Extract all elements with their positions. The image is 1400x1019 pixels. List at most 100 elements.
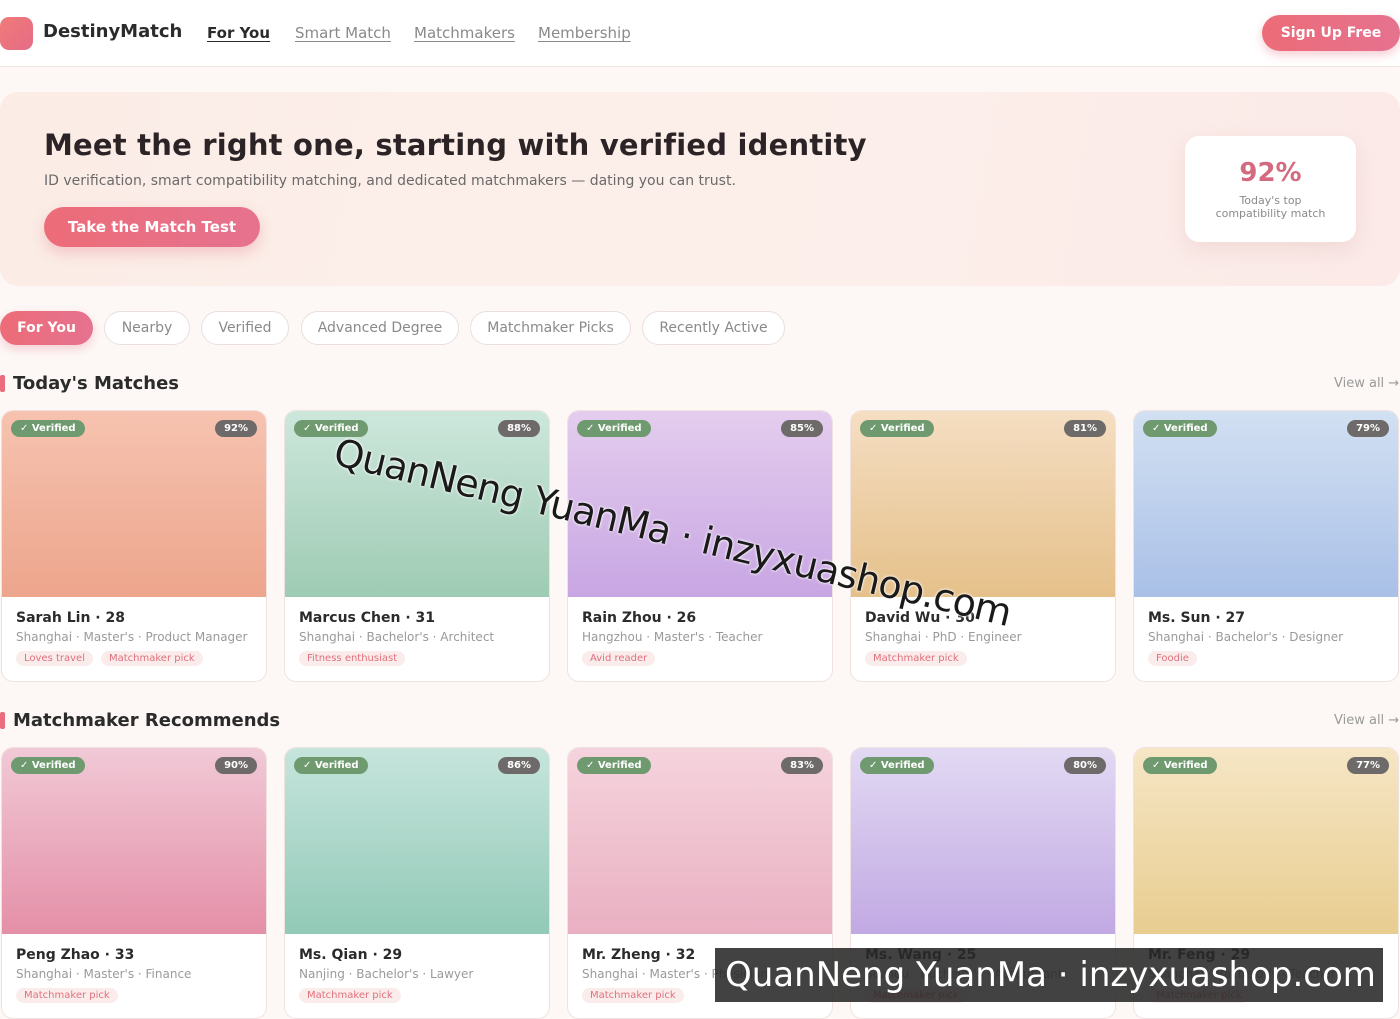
profile-tags: Loves travel Matchmaker pick (16, 651, 203, 666)
profile-meta: Shanghai · Master's · Physician (582, 967, 768, 981)
sign-up-button[interactable]: Sign Up Free (1262, 15, 1400, 51)
profile-photo[interactable] (1134, 748, 1398, 934)
profile-tag: Loves travel (16, 651, 93, 666)
profile-tag: Matchmaker pick (299, 988, 401, 1003)
profile-card[interactable]: ✓ Verified 77% Mr. Feng · 29 Shanghai · Bac… (1133, 747, 1399, 1019)
top-nav: DestinyMatch For You Smart Match Matchma… (0, 0, 1400, 67)
profile-tags: Matchmaker pick (299, 988, 401, 1003)
profile-card[interactable]: ✓ Verified 80% Ms. Wang · 25 Suzhou · Bache… (850, 747, 1116, 1019)
profile-tags: Fitness enthusiast (299, 651, 406, 666)
profile-meta: Nanjing · Bachelor's · Lawyer (299, 967, 474, 981)
verified-badge: ✓ Verified (11, 420, 85, 437)
nav-link-membership[interactable]: Membership (538, 24, 631, 42)
verified-badge: ✓ Verified (577, 420, 651, 437)
logo-icon[interactable] (0, 17, 33, 50)
profile-photo[interactable] (2, 411, 266, 597)
compatibility-score-badge: 81% (1064, 420, 1106, 437)
profile-tags: Matchmaker pick (582, 988, 684, 1003)
profile-name[interactable]: Ms. Sun · 27 (1148, 610, 1245, 626)
profile-card[interactable]: ✓ Verified 83% Mr. Zheng · 32 Shanghai · Ma… (567, 747, 833, 1019)
profile-name[interactable]: David Wu · 30 (865, 610, 975, 626)
filter-chip-recently-active[interactable]: Recently Active (642, 311, 785, 345)
profile-tag: Foodie (1148, 651, 1197, 666)
profile-tag: Fitness enthusiast (299, 651, 406, 666)
profile-tags: Matchmaker pick (865, 988, 967, 1003)
profile-card[interactable]: ✓ Verified 79% Ms. Sun · 27 Shanghai · Bach… (1133, 410, 1399, 682)
profile-meta: Suzhou · Bachelor's · Accountant (865, 967, 1063, 981)
verified-badge: ✓ Verified (294, 757, 368, 774)
verified-badge: ✓ Verified (294, 420, 368, 437)
nav-link-smart-match[interactable]: Smart Match (295, 24, 391, 42)
filter-chip-verified[interactable]: Verified (201, 311, 289, 345)
profile-card[interactable]: ✓ Verified 85% Rain Zhou · 26 Hangzhou · Ma… (567, 410, 833, 682)
profile-tags: Matchmaker pick (1148, 988, 1250, 1003)
profile-name[interactable]: Mr. Feng · 29 (1148, 947, 1250, 963)
profile-card[interactable]: ✓ Verified 90% Peng Zhao · 33 Shanghai · Ma… (1, 747, 267, 1019)
profile-photo[interactable] (851, 748, 1115, 934)
profile-meta: Shanghai · Bachelor's · Designer (1148, 630, 1344, 644)
profile-card[interactable]: ✓ Verified 86% Ms. Qian · 29 Nanjing · Bach… (284, 747, 550, 1019)
view-all-link[interactable]: View all → (1334, 376, 1399, 391)
profile-meta: Shanghai · Bachelor's · Teacher (1148, 967, 1336, 981)
profile-photo[interactable] (568, 411, 832, 597)
profile-tag: Avid reader (582, 651, 656, 666)
filter-chip-matchmaker-picks[interactable]: Matchmaker Picks (470, 311, 631, 345)
section-title-todays-matches: Today's Matches (13, 373, 180, 394)
compatibility-score-badge: 79% (1347, 420, 1389, 437)
profile-card[interactable]: ✓ Verified 81% David Wu · 30 Shanghai · PhD… (850, 410, 1116, 682)
profile-meta: Hangzhou · Master's · Teacher (582, 630, 763, 644)
profile-name[interactable]: Rain Zhou · 26 (582, 610, 696, 626)
section-title-matchmaker-recommends: Matchmaker Recommends (13, 710, 281, 731)
profile-name[interactable]: Peng Zhao · 33 (16, 947, 134, 963)
filter-chip-advanced-degree[interactable]: Advanced Degree (301, 311, 459, 345)
verified-badge: ✓ Verified (1143, 420, 1217, 437)
profile-tag: Matchmaker pick (865, 988, 967, 1003)
profile-tag: Matchmaker pick (582, 988, 684, 1003)
compatibility-score-badge: 88% (498, 420, 540, 437)
profile-tag: Matchmaker pick (1148, 988, 1250, 1003)
profile-tag: Matchmaker pick (100, 651, 203, 666)
compatibility-score-badge: 77% (1347, 757, 1389, 774)
profile-photo[interactable] (1134, 411, 1398, 597)
profile-photo[interactable] (851, 411, 1115, 597)
compatibility-score-badge: 85% (781, 420, 823, 437)
match-test-button[interactable]: Take the Match Test (44, 207, 260, 247)
profile-name[interactable]: Mr. Zheng · 32 (582, 947, 695, 963)
profile-meta: Shanghai · Master's · Finance (16, 967, 192, 981)
profile-tags: Matchmaker pick (865, 651, 967, 666)
profile-tag: Matchmaker pick (16, 988, 118, 1003)
profile-card[interactable]: ✓ Verified 92% Sarah Lin · 28 Shanghai · Ma… (1, 410, 267, 682)
nav-link-matchmakers[interactable]: Matchmakers (414, 24, 515, 42)
brand-name[interactable]: DestinyMatch (43, 21, 182, 42)
profile-tag: Matchmaker pick (865, 651, 967, 666)
profile-photo[interactable] (568, 748, 832, 934)
profile-name[interactable]: Ms. Wang · 25 (865, 947, 976, 963)
profile-meta: Shanghai · PhD · Engineer (865, 630, 1022, 644)
profile-name[interactable]: Marcus Chen · 31 (299, 610, 435, 626)
compatibility-score-badge: 92% (215, 420, 257, 437)
nav-link-for-you[interactable]: For You (207, 24, 270, 42)
profile-tags: Foodie (1148, 651, 1197, 666)
profile-name[interactable]: Sarah Lin · 28 (16, 610, 125, 626)
section-accent (0, 712, 5, 729)
profile-meta: Shanghai · Bachelor's · Architect (299, 630, 495, 644)
section-accent (0, 375, 5, 392)
compatibility-score-badge: 86% (498, 757, 540, 774)
compatibility-score-badge: 80% (1064, 757, 1106, 774)
view-all-link[interactable]: View all → (1334, 713, 1399, 728)
stat-value: 92% (1239, 158, 1302, 188)
verified-badge: ✓ Verified (577, 757, 651, 774)
profile-photo[interactable] (285, 748, 549, 934)
profile-photo[interactable] (2, 748, 266, 934)
top-match-stat-card: 92% Today's top compatibility match (1185, 136, 1356, 242)
filter-chip-for-you[interactable]: For You (0, 311, 93, 345)
stat-label: Today's top compatibility match (1215, 194, 1326, 220)
filter-chip-nearby[interactable]: Nearby (104, 311, 190, 345)
profile-photo[interactable] (285, 411, 549, 597)
profile-name[interactable]: Ms. Qian · 29 (299, 947, 402, 963)
profile-meta: Shanghai · Master's · Product Manager (16, 630, 248, 644)
profile-card[interactable]: ✓ Verified 88% Marcus Chen · 31 Shanghai · … (284, 410, 550, 682)
hero-subtitle: ID verification, smart compatibility mat… (44, 173, 736, 189)
verified-badge: ✓ Verified (11, 757, 85, 774)
verified-badge: ✓ Verified (1143, 757, 1217, 774)
